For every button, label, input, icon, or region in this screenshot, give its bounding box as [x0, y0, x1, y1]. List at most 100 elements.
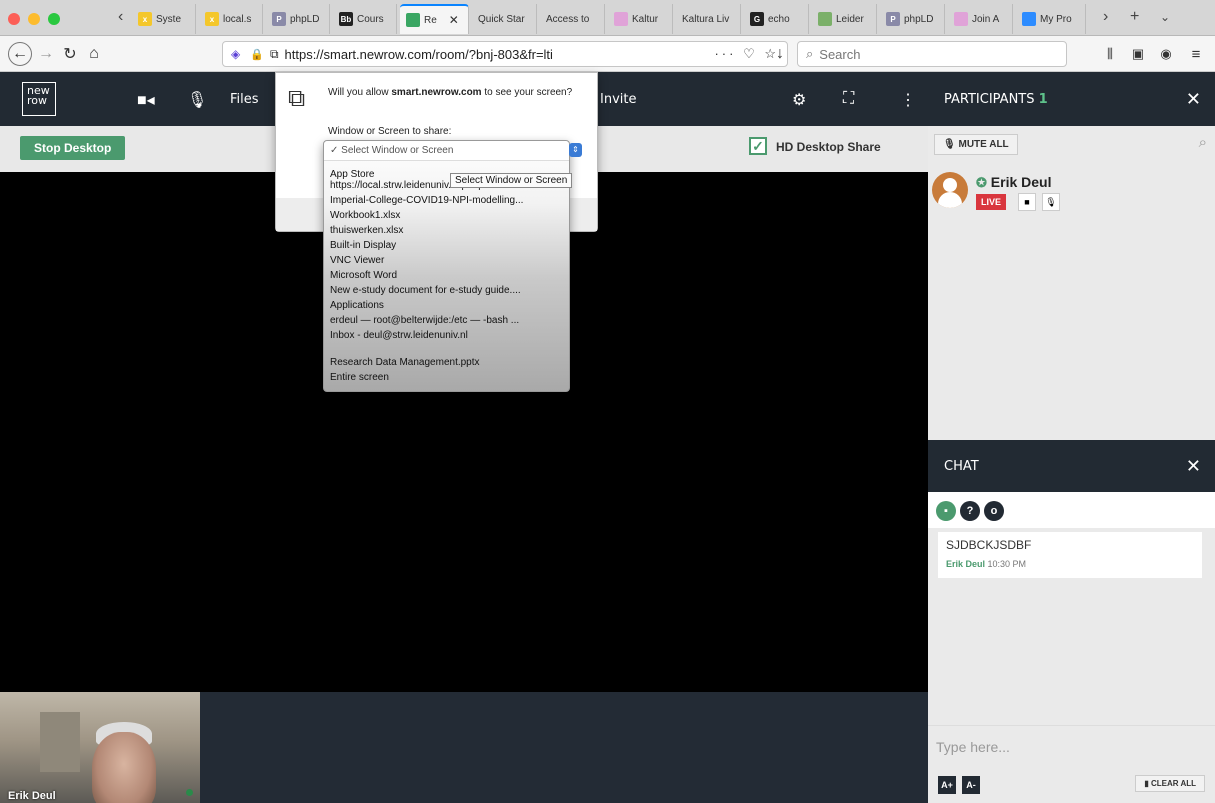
participant-row[interactable]: ✪ Erik Deul LIVE ■ 🎙 — [932, 172, 1212, 224]
video-person-face — [92, 732, 156, 803]
close-chat-icon[interactable]: ✕ — [1186, 456, 1201, 477]
dropdown-option[interactable]: Imperial-College-COVID19-NPI-modelling..… — [330, 195, 523, 206]
browser-tab[interactable]: Quick Star — [472, 4, 537, 34]
search-placeholder: Search — [819, 46, 861, 62]
screen-share-icon: ⧉ — [288, 85, 306, 112]
close-tab-icon[interactable]: ✕ — [449, 13, 459, 27]
browser-tab[interactable]: Join A — [948, 4, 1013, 34]
home-button[interactable]: ⌂ — [82, 42, 106, 66]
side-panel: PARTICIPANTS 1 ✕ 🎙 MUTE ALL ⌕ ✪ Erik Deu… — [928, 72, 1215, 803]
dropdown-option[interactable]: Built-in Display — [330, 240, 396, 251]
tab-list-menu-icon[interactable]: ⌄ — [1160, 10, 1170, 24]
new-tab-button[interactable]: + — [1130, 8, 1139, 26]
url-bar[interactable]: ◈ 🔒 ⧉ https://smart.newrow.com/room/?bnj… — [222, 41, 788, 67]
shield-icon[interactable]: ◈ — [231, 47, 240, 61]
library-icon[interactable]: ⫼ — [1098, 42, 1122, 66]
sidebar-icon[interactable]: ▣ — [1126, 42, 1150, 66]
close-participants-icon[interactable]: ✕ — [1186, 89, 1201, 110]
download-icon[interactable]: ↓ — [768, 42, 792, 66]
screen-share-indicator-icon[interactable]: ⧉ — [270, 47, 279, 62]
camera-icon[interactable]: ■ — [1018, 193, 1036, 211]
browser-tab[interactable]: Bb Cours — [333, 4, 397, 34]
dropdown-option[interactable]: Workbook1.xlsx — [330, 210, 400, 221]
font-increase-button[interactable]: A+ — [938, 776, 956, 794]
browser-tab[interactable]: PphpLD — [266, 4, 330, 34]
dropdown-option[interactable]: New e-study document for e-study guide..… — [330, 285, 521, 296]
dropdown-option[interactable]: thuiswerken.xlsx — [330, 225, 403, 236]
video-tile[interactable]: Erik Deul — [0, 692, 200, 803]
dropdown-option[interactable]: Microsoft Word — [330, 270, 397, 281]
settings-circle-icon[interactable]: o — [984, 501, 1004, 521]
tab-favicon-icon — [1022, 12, 1036, 26]
browser-tab[interactable]: Gecho — [744, 4, 809, 34]
participant-search-icon[interactable]: ⌕ — [1199, 134, 1207, 151]
close-window-button[interactable] — [8, 13, 20, 25]
browser-tab[interactable]: Kaltur — [608, 4, 673, 34]
permission-question: Will you allow smart.newrow.com to see y… — [328, 87, 588, 99]
help-icon[interactable]: ? — [960, 501, 980, 521]
browser-tab-label: Access to — [546, 13, 590, 25]
chat-message-meta: Erik Deul 10:30 PM — [946, 559, 1026, 569]
url-text[interactable]: https://smart.newrow.com/room/?bnj-803&f… — [285, 47, 553, 62]
tab-favicon-icon: x — [138, 12, 152, 26]
menu-icon[interactable]: ≡ — [1184, 42, 1208, 66]
browser-tab[interactable]: PphpLD — [880, 4, 945, 34]
browser-tab[interactable]: x local.s — [199, 4, 263, 34]
camera-icon[interactable]: ■◂ — [137, 90, 155, 110]
lock-icon[interactable]: 🔒 — [250, 48, 264, 61]
reload-button[interactable]: ↻ — [58, 42, 82, 66]
files-button[interactable]: Files — [230, 92, 259, 107]
browser-tab[interactable]: My Pro — [1016, 4, 1086, 34]
browser-tab[interactable]: x Syste — [132, 4, 196, 34]
more-options-icon[interactable]: ⋮ — [900, 90, 916, 110]
dropdown-option[interactable]: VNC Viewer — [330, 255, 384, 266]
dropdown-option[interactable]: erdeul — root@belterwijde:/etc — -bash .… — [330, 315, 519, 326]
font-decrease-button[interactable]: A- — [962, 776, 980, 794]
logo-text: new row — [27, 84, 50, 107]
browser-tab[interactable]: Access to — [540, 4, 605, 34]
chat-bubble-icon[interactable]: ▪ — [936, 501, 956, 521]
dropdown-option[interactable]: Research Data Management.pptx — [330, 357, 480, 368]
fullscreen-icon[interactable]: ⛶ — [843, 90, 854, 108]
dropdown-option[interactable]: Applications — [330, 300, 384, 311]
settings-icon[interactable]: ⚙ — [792, 90, 806, 110]
search-input[interactable]: ⌕ Search — [797, 41, 1067, 67]
chat-title: CHAT — [944, 459, 979, 474]
browser-tab-strip: ‹ x Syste x local.s PphpLD Bb Cours Re ✕ Quick St… — [0, 0, 1215, 36]
account-icon[interactable]: ◉ — [1154, 42, 1178, 66]
browser-tab-label: Kaltur — [632, 13, 659, 25]
question-suffix: to see your screen? — [481, 87, 573, 98]
dropdown-option[interactable]: Inbox - deul@strw.leidenuniv.nl — [330, 330, 468, 341]
tab-favicon-icon — [818, 12, 832, 26]
browser-tab-label: My Pro — [1040, 13, 1072, 25]
hd-desktop-share-checkbox[interactable]: ✓ — [749, 137, 767, 155]
participant-name: ✪ Erik Deul — [976, 174, 1052, 191]
tab-scroll-right-icon[interactable]: › — [1103, 8, 1108, 26]
dropdown-option[interactable]: Entire screen — [330, 372, 389, 383]
dropdown-arrow-icon[interactable]: ⇕ — [569, 143, 582, 157]
stop-desktop-button[interactable]: Stop Desktop — [20, 136, 126, 160]
clear-all-button[interactable]: ▮ CLEAR ALL — [1135, 775, 1205, 792]
dropdown-option[interactable]: App Store — [330, 169, 374, 180]
live-badge: LIVE — [976, 194, 1007, 210]
mute-all-button[interactable]: 🎙 MUTE ALL — [934, 134, 1018, 155]
browser-tab[interactable]: Leider — [812, 4, 877, 34]
invite-button[interactable]: Invite — [600, 92, 636, 107]
zoom-window-button[interactable] — [48, 13, 60, 25]
dropdown-selected-option[interactable]: ✓ Select Window or Screen — [324, 141, 569, 161]
back-button[interactable]: ← — [8, 42, 32, 66]
trash-icon: ▮ — [1144, 779, 1149, 788]
screen: ‹ x Syste x local.s PphpLD Bb Cours Re ✕ Quick St… — [0, 0, 1215, 803]
chat-message-author: Erik Deul — [946, 559, 986, 569]
browser-tab-label: echo — [768, 13, 790, 25]
microphone-icon[interactable]: 🎙 — [1042, 193, 1060, 211]
browser-tab[interactable]: Kaltura Liv — [676, 4, 741, 34]
microphone-icon[interactable]: 🎙 — [187, 90, 207, 110]
chat-input[interactable]: Type here... A+ A- ▮ CLEAR ALL — [928, 725, 1215, 803]
forward-button[interactable]: → — [34, 42, 58, 66]
participants-title: PARTICIPANTS 1 — [944, 92, 1048, 107]
minimize-window-button[interactable] — [28, 13, 40, 25]
tab-favicon-icon: x — [205, 12, 219, 26]
browser-tab[interactable]: Re ✕ — [400, 4, 469, 34]
tab-scroll-left-icon[interactable]: ‹ — [118, 8, 123, 26]
